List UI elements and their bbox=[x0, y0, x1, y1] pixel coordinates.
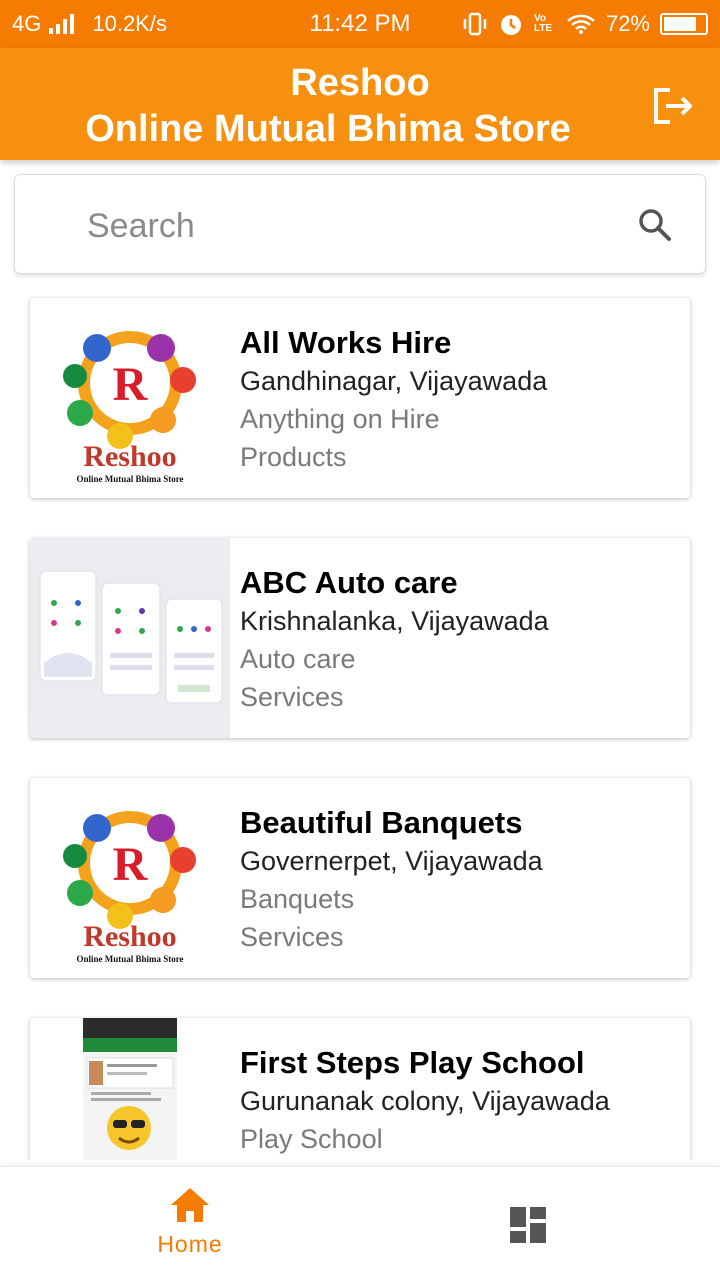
dashboard-icon bbox=[510, 1207, 546, 1243]
business-category: Anything on Hire bbox=[240, 404, 440, 434]
reshoo-logo: R Reshoo Online Mutual Bhima Store bbox=[30, 298, 230, 498]
business-info: First Steps Play School Gurunanak colony… bbox=[240, 1044, 680, 1158]
business-location: Gandhinagar, Vijayawada bbox=[240, 366, 548, 396]
business-name: All Works Hire bbox=[240, 325, 452, 360]
search-icon[interactable] bbox=[637, 207, 673, 243]
network-type: 4G bbox=[12, 11, 42, 36]
reshoo-logo: R Reshoo Online Mutual Bhima Store bbox=[30, 778, 230, 978]
app-bar: Reshoo Online Mutual Bhima Store bbox=[0, 48, 720, 160]
alarm-icon bbox=[500, 15, 521, 35]
nav-home-label: Home bbox=[157, 1231, 223, 1257]
business-card[interactable]: ABC Auto care Krishnalanka, Vijayawada A… bbox=[30, 538, 690, 738]
vibrate-icon bbox=[463, 12, 487, 36]
business-card[interactable]: R Reshoo Online Mutual Bhima Store Beaut… bbox=[30, 778, 690, 978]
business-info: ABC Auto care Krishnalanka, Vijayawada A… bbox=[240, 564, 680, 716]
business-info: All Works Hire Gandhinagar, Vijayawada A… bbox=[240, 324, 680, 476]
business-name: ABC Auto care bbox=[240, 565, 458, 600]
wifi-icon bbox=[567, 14, 595, 34]
business-location: Gurunanak colony, Vijayawada bbox=[240, 1086, 610, 1116]
business-type: Services bbox=[240, 682, 344, 712]
app-title-line1: Reshoo bbox=[290, 62, 430, 104]
battery-percent: 72% bbox=[605, 11, 650, 36]
status-bar: 4G 10.2K/s 11:42 PM Vo LTE 72% bbox=[0, 0, 720, 48]
search-box[interactable] bbox=[14, 174, 706, 274]
logo-subtext: Online Mutual Bhima Store bbox=[76, 474, 183, 484]
logout-button[interactable] bbox=[648, 82, 696, 130]
status-right: Vo LTE 72% bbox=[462, 0, 708, 48]
logo-letter: R bbox=[113, 358, 149, 411]
business-location: Krishnalanka, Vijayawada bbox=[240, 606, 549, 636]
status-left: 4G 10.2K/s bbox=[12, 0, 167, 48]
business-name: First Steps Play School bbox=[240, 1045, 585, 1080]
business-category: Auto care bbox=[240, 644, 356, 674]
chat-screenshot-image bbox=[30, 1018, 230, 1160]
logo-letter: R bbox=[113, 838, 149, 891]
business-type: Products bbox=[240, 442, 347, 472]
logo-subtext: Online Mutual Bhima Store bbox=[76, 954, 183, 964]
bottom-nav: Home bbox=[0, 1166, 720, 1280]
business-category: Banquets bbox=[240, 884, 355, 914]
business-card[interactable]: R Reshoo Online Mutual Bhima Store All W… bbox=[30, 298, 690, 498]
signal-icon bbox=[49, 14, 75, 34]
business-type: Services bbox=[240, 922, 344, 952]
logo-text: Reshoo bbox=[83, 440, 176, 473]
business-category: Play School bbox=[240, 1124, 383, 1154]
search-input[interactable] bbox=[87, 201, 607, 251]
app-screens-image bbox=[30, 538, 230, 738]
business-location: Governerpet, Vijayawada bbox=[240, 846, 543, 876]
status-time: 11:42 PM bbox=[309, 10, 411, 37]
nav-dashboard[interactable] bbox=[500, 1197, 556, 1253]
home-icon bbox=[171, 1188, 209, 1222]
battery-icon bbox=[660, 13, 708, 35]
logo-text: Reshoo bbox=[83, 920, 176, 953]
business-list[interactable]: R Reshoo Online Mutual Bhima Store All W… bbox=[0, 296, 720, 1160]
nav-home[interactable]: Home bbox=[130, 1185, 250, 1275]
business-card[interactable]: First Steps Play School Gurunanak colony… bbox=[30, 1018, 690, 1160]
app-title: Reshoo Online Mutual Bhima Store bbox=[0, 60, 720, 152]
business-name: Beautiful Banquets bbox=[240, 805, 523, 840]
volte-indicator: Vo LTE bbox=[533, 13, 553, 34]
network-speed: 10.2K/s bbox=[92, 11, 167, 36]
app-title-line2: Online Mutual Bhima Store bbox=[85, 108, 571, 150]
business-info: Beautiful Banquets Governerpet, Vijayawa… bbox=[240, 804, 680, 956]
logout-icon bbox=[654, 88, 692, 124]
